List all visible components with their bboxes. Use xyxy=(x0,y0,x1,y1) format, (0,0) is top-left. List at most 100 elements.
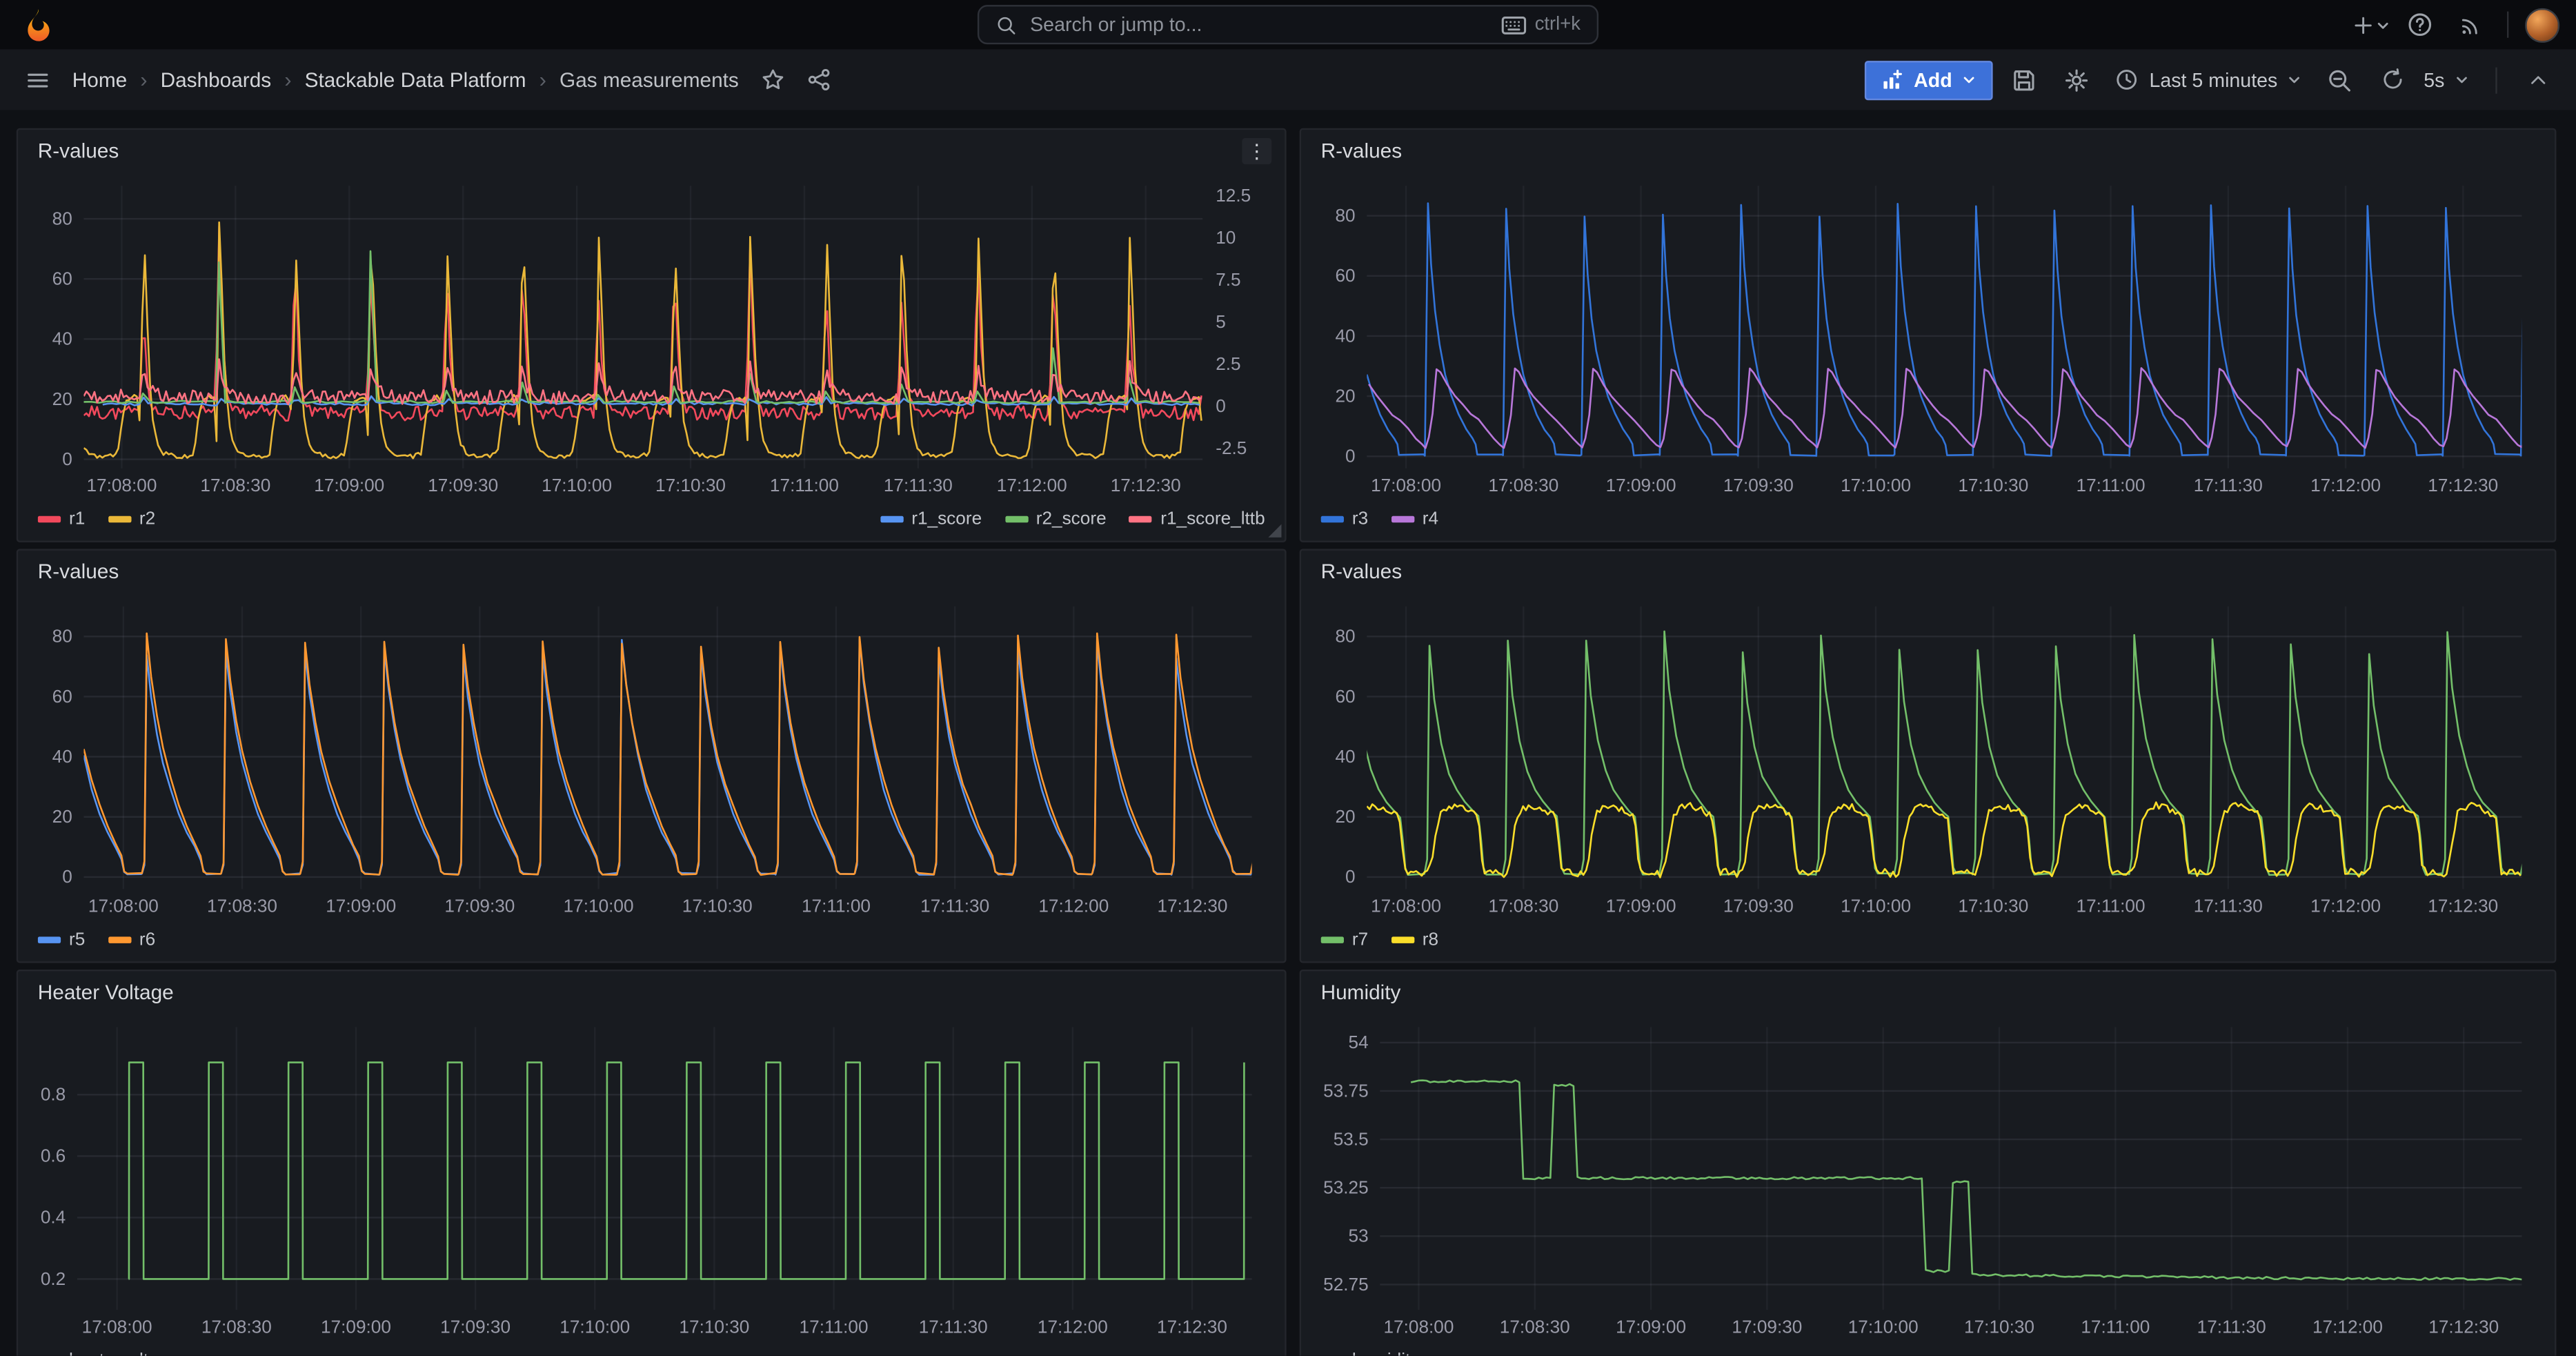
panel-title[interactable]: R-values xyxy=(38,139,119,162)
save-dashboard-button[interactable] xyxy=(2003,59,2046,101)
legend-item-heatervoltage[interactable]: heatervoltage xyxy=(38,1350,179,1356)
legend-item-r1_score_lttb[interactable]: r1_score_lttb xyxy=(1129,509,1265,529)
legend-item-r5[interactable]: r5 xyxy=(38,930,86,950)
refresh-interval-label: 5s xyxy=(2424,68,2444,91)
x-axis-label: 17:12:30 xyxy=(1157,1316,1227,1337)
legend-item-r3[interactable]: r3 xyxy=(1321,509,1369,529)
x-axis-label: 17:08:00 xyxy=(82,1316,152,1337)
chart-area[interactable]: 0.20.40.60.817:08:0017:08:3017:09:0017:0… xyxy=(28,1014,1274,1339)
chart-area[interactable]: 02040608017:08:0017:08:3017:09:0017:09:3… xyxy=(1311,173,2544,498)
legend-item-r7[interactable]: r7 xyxy=(1321,930,1369,950)
news-button[interactable] xyxy=(2448,3,2490,46)
y-axis-label: 80 xyxy=(1335,626,1355,647)
y-axis-label: 53.25 xyxy=(1323,1177,1369,1198)
collapse-toolbar-button[interactable] xyxy=(2517,59,2559,101)
x-axis-label: 17:12:30 xyxy=(2428,475,2498,495)
series-r6[interactable] xyxy=(83,633,1255,875)
panel-header[interactable]: Humidity xyxy=(1301,971,2555,1014)
legend-label: r2_score xyxy=(1036,509,1107,529)
panel-header[interactable]: R-values ⋮ xyxy=(18,130,1285,173)
panel-title[interactable]: Humidity xyxy=(1321,981,1401,1004)
chart-canvas[interactable]: 020406080-2.502.557.51012.517:08:0017:08… xyxy=(28,173,1274,498)
search-input[interactable]: Search or jump to... ctrl+k xyxy=(978,5,1598,44)
panel-title[interactable]: R-values xyxy=(1321,560,1402,583)
panel-menu-icon[interactable]: ⋮ xyxy=(1242,138,1271,164)
dashboard-toolbar: Home › Dashboards › Stackable Data Platf… xyxy=(0,49,2576,110)
share-button[interactable] xyxy=(798,59,841,101)
chart-area[interactable]: 02040608017:08:0017:08:3017:09:0017:09:3… xyxy=(28,593,1274,919)
chart-area[interactable]: 02040608017:08:0017:08:3017:09:0017:09:3… xyxy=(1311,593,2544,919)
panel-header[interactable]: Heater Voltage xyxy=(18,971,1285,1014)
x-axis-label: 17:10:00 xyxy=(1841,475,1911,495)
series-r1_score_lttb[interactable] xyxy=(83,360,1201,404)
legend-item-r2_score[interactable]: r2_score xyxy=(1004,509,1106,529)
y-axis-label: 20 xyxy=(52,389,72,409)
zoom-out-button[interactable] xyxy=(2319,59,2361,101)
panel-title[interactable]: R-values xyxy=(38,560,119,583)
x-axis-label: 17:09:00 xyxy=(314,475,384,495)
refresh-interval-picker[interactable]: 5s xyxy=(2424,59,2475,101)
panel-title[interactable]: R-values xyxy=(1321,139,1402,162)
legend-item-r1[interactable]: r1 xyxy=(38,509,86,529)
y-axis-label: 40 xyxy=(1335,325,1355,346)
series-r4[interactable] xyxy=(1369,368,2525,448)
x-axis-label: 17:11:30 xyxy=(2194,475,2263,495)
legend-item-humidity[interactable]: humidity xyxy=(1321,1350,1420,1356)
y-axis-label: 60 xyxy=(52,268,72,289)
breadcrumb-folder[interactable]: Stackable Data Platform xyxy=(305,68,526,91)
x-axis-label: 17:09:30 xyxy=(428,475,498,495)
user-avatar[interactable] xyxy=(2525,8,2559,42)
chart-canvas[interactable]: 02040608017:08:0017:08:3017:09:0017:09:3… xyxy=(1311,593,2544,919)
x-axis-label: 17:12:00 xyxy=(2310,896,2381,916)
y-axis-label: 52.75 xyxy=(1323,1274,1369,1295)
breadcrumb-home[interactable]: Home xyxy=(72,68,127,91)
x-axis-label: 17:08:30 xyxy=(1488,896,1558,916)
legend-item-r8[interactable]: r8 xyxy=(1391,930,1439,950)
series-r1[interactable] xyxy=(83,226,1201,421)
panel-header[interactable]: R-values xyxy=(18,551,1285,593)
legend-item-r4[interactable]: r4 xyxy=(1391,509,1439,529)
legend-item-r6[interactable]: r6 xyxy=(108,930,156,950)
legend: r3 r4 xyxy=(1321,503,2535,536)
panel-header[interactable]: R-values xyxy=(1301,551,2555,593)
legend-item-r2[interactable]: r2 xyxy=(108,509,156,529)
chart-canvas[interactable]: 52.755353.2553.553.755417:08:0017:08:301… xyxy=(1311,1014,2544,1339)
y-axis-label: 53.5 xyxy=(1334,1128,1369,1149)
panel-title[interactable]: Heater Voltage xyxy=(38,981,174,1004)
panel-header[interactable]: R-values xyxy=(1301,130,2555,173)
legend: r5 r6 xyxy=(38,923,1265,956)
x-axis-label: 17:09:30 xyxy=(440,1316,511,1337)
chart-canvas[interactable]: 02040608017:08:0017:08:3017:09:0017:09:3… xyxy=(1311,173,2544,498)
legend-label: humidity xyxy=(1352,1350,1420,1356)
time-range-label: Last 5 minutes xyxy=(2149,68,2277,91)
x-axis-label: 17:11:00 xyxy=(800,1316,869,1337)
time-range-picker[interactable]: Last 5 minutes xyxy=(2108,59,2309,101)
chart-canvas[interactable]: 0.20.40.60.817:08:0017:08:3017:09:0017:0… xyxy=(28,1014,1274,1339)
x-axis-label: 17:08:00 xyxy=(1371,896,1441,916)
series-r2[interactable] xyxy=(83,222,1201,458)
favorite-button[interactable] xyxy=(752,59,795,101)
refresh-icon xyxy=(2380,68,2405,92)
chart-area[interactable]: 52.755353.2553.553.755417:08:0017:08:301… xyxy=(1311,1014,2544,1339)
toolbar-divider xyxy=(2495,66,2497,92)
y-axis-label: 60 xyxy=(52,686,72,707)
x-axis-label: 17:09:30 xyxy=(1732,1316,1802,1337)
breadcrumb-dashboards[interactable]: Dashboards xyxy=(161,68,272,91)
new-menu-button[interactable] xyxy=(2349,3,2392,46)
chart-canvas[interactable]: 02040608017:08:0017:08:3017:09:0017:09:3… xyxy=(28,593,1274,919)
series-r7[interactable] xyxy=(1363,631,2526,875)
help-button[interactable] xyxy=(2399,3,2441,46)
refresh-button[interactable] xyxy=(2371,59,2414,101)
breadcrumb: Home › Dashboards › Stackable Data Platf… xyxy=(72,68,739,92)
chart-area[interactable]: 020406080-2.502.557.51012.517:08:0017:08… xyxy=(28,173,1274,498)
legend-item-r1_score[interactable]: r1_score xyxy=(880,509,982,529)
grafana-logo-icon[interactable] xyxy=(17,3,59,46)
panel-resize-handle[interactable] xyxy=(1268,524,1281,538)
add-button[interactable]: Add xyxy=(1865,60,1994,99)
x-axis-label: 17:09:00 xyxy=(321,1316,391,1337)
mega-menu-button[interactable] xyxy=(17,59,59,101)
legend-swatch xyxy=(1321,936,1344,943)
y-axis-label: 60 xyxy=(1335,265,1355,286)
dashboard-settings-button[interactable] xyxy=(2056,59,2099,101)
series-humidity[interactable] xyxy=(1411,1081,2521,1280)
